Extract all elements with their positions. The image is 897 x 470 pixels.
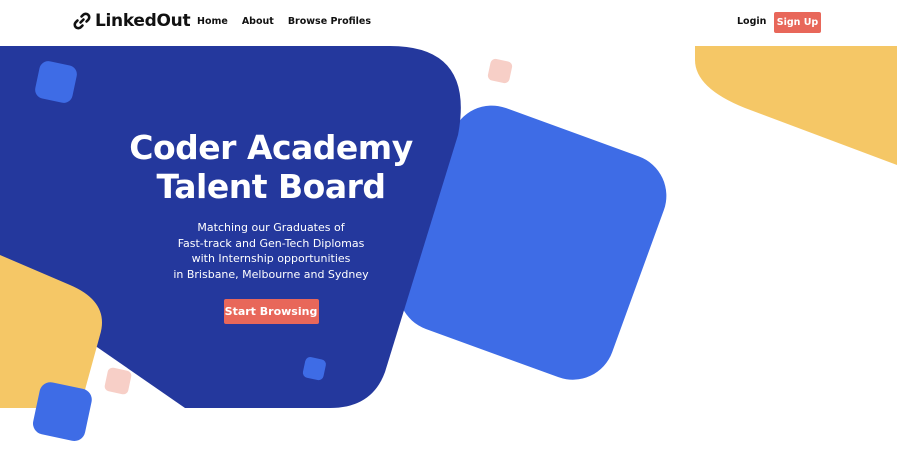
brand-name: LinkedOut — [95, 11, 191, 31]
nav-link-browse-profiles[interactable]: Browse Profiles — [288, 16, 371, 27]
hero-description-line: in Brisbane, Melbourne and Sydney — [173, 267, 369, 281]
navbar: LinkedOut Home About Browse Profiles Log… — [0, 0, 897, 46]
small-blue-square-inner — [302, 357, 326, 381]
nav-link-home[interactable]: Home — [197, 16, 228, 27]
hero-content: Coder Academy Talent Board Matching our … — [115, 128, 427, 324]
nav-link-about[interactable]: About — [242, 16, 274, 27]
small-blue-square-bottom — [33, 382, 92, 441]
yellow-shape-top-right — [695, 40, 897, 165]
nav-links: Home About Browse Profiles — [197, 16, 371, 27]
hero-section: Coder Academy Talent Board Matching our … — [0, 0, 897, 470]
hero-description: Matching our Graduates of Fast-track and… — [115, 220, 427, 282]
sign-up-button[interactable]: Sign Up — [774, 12, 821, 33]
small-blue-square-top — [35, 61, 77, 103]
hero-description-line: Matching our Graduates of — [197, 221, 345, 234]
brand-logo[interactable]: LinkedOut — [72, 11, 191, 31]
link-icon — [72, 11, 92, 31]
hero-title-line: Talent Board — [156, 167, 386, 206]
hero-title: Coder Academy Talent Board — [115, 128, 427, 206]
login-link[interactable]: Login — [737, 16, 766, 27]
hero-title-line: Coder Academy — [129, 128, 413, 167]
pink-square-top — [487, 58, 513, 84]
start-browsing-button[interactable]: Start Browsing — [223, 299, 319, 324]
hero-description-line: Fast-track and Gen-Tech Diplomas — [177, 236, 365, 250]
pink-square-bottom — [104, 367, 132, 395]
hero-description-line: with Internship opportunities — [191, 252, 351, 265]
page: Coder Academy Talent Board Matching our … — [0, 0, 897, 470]
